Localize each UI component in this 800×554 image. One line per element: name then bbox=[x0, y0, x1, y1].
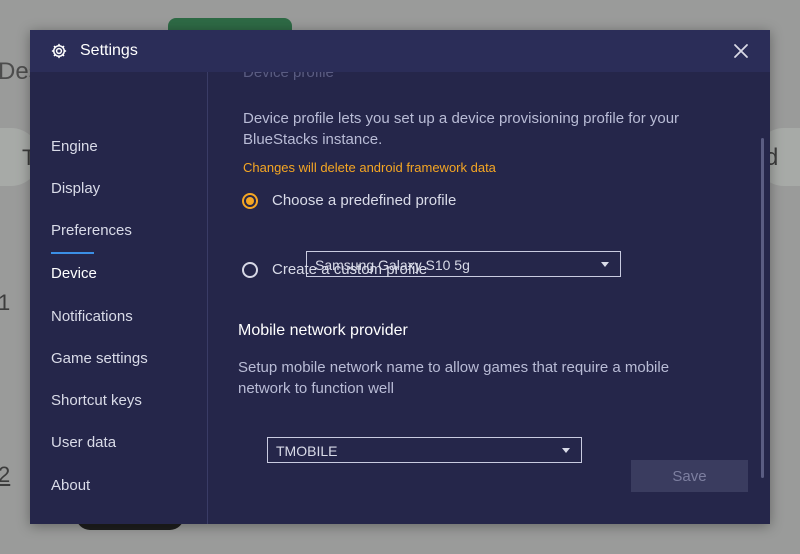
settings-dialog: Settings Engine Display Preferences Devi… bbox=[30, 30, 770, 524]
sidebar-item-user-data[interactable]: User data bbox=[51, 434, 116, 451]
dialog-titlebar: Settings bbox=[30, 30, 770, 72]
chevron-down-icon bbox=[562, 448, 570, 453]
radio-label-predefined: Choose a predefined profile bbox=[272, 192, 457, 209]
network-provider-select[interactable]: TMOBILE bbox=[267, 437, 582, 463]
close-button[interactable] bbox=[730, 40, 752, 62]
radio-button-unchecked[interactable] bbox=[242, 262, 258, 278]
radio-label-custom: Create a custom profile bbox=[272, 261, 428, 278]
background-number-1: 1 bbox=[0, 290, 11, 315]
gear-icon bbox=[50, 42, 68, 60]
sidebar-item-about[interactable]: About bbox=[51, 477, 90, 494]
sidebar-item-engine[interactable]: Engine bbox=[51, 138, 98, 155]
settings-content: Device profile Device profile lets you s… bbox=[208, 72, 770, 524]
dialog-title: Settings bbox=[80, 42, 138, 59]
settings-sidebar: Engine Display Preferences Device Notifi… bbox=[30, 72, 208, 524]
active-tab-underline bbox=[51, 252, 94, 254]
background-number-2: 2 bbox=[0, 462, 11, 487]
warning-text: Changes will delete android framework da… bbox=[243, 160, 496, 175]
scrollbar[interactable] bbox=[761, 138, 764, 478]
close-icon bbox=[734, 44, 748, 58]
network-provider-heading: Mobile network provider bbox=[238, 322, 408, 339]
sidebar-item-shortcut-keys[interactable]: Shortcut keys bbox=[51, 392, 142, 409]
radio-button-checked[interactable] bbox=[242, 193, 258, 209]
sidebar-item-display[interactable]: Display bbox=[51, 180, 100, 197]
network-select-value: TMOBILE bbox=[276, 443, 338, 459]
section-title-device-profile: Device profile bbox=[243, 72, 334, 81]
sidebar-item-notifications[interactable]: Notifications bbox=[51, 308, 133, 325]
sidebar-item-device[interactable]: Device bbox=[51, 265, 97, 282]
sidebar-item-game-settings[interactable]: Game settings bbox=[51, 350, 148, 367]
sidebar-item-preferences[interactable]: Preferences bbox=[51, 222, 132, 239]
save-button[interactable]: Save bbox=[631, 460, 748, 492]
network-provider-description: Setup mobile network name to allow games… bbox=[238, 359, 670, 397]
chevron-down-icon bbox=[601, 262, 609, 267]
device-profile-description: Device profile lets you set up a device … bbox=[243, 110, 680, 148]
